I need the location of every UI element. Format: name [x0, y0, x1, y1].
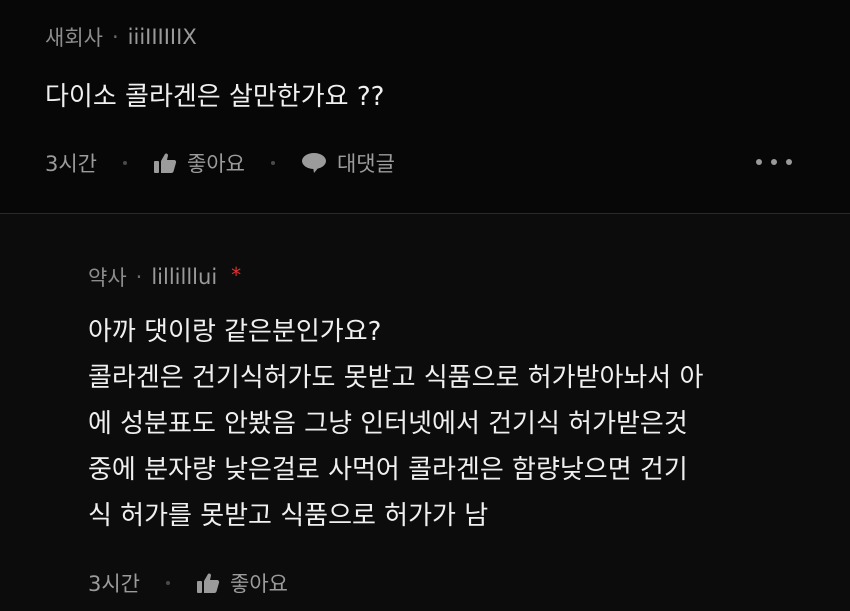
meta-separator: · — [135, 265, 143, 289]
speech-bubble-icon — [301, 153, 326, 173]
comment-actions: 3시간 좋아요 대댓글 — [45, 148, 395, 178]
reply-text-line: 식 허가를 못받고 식품으로 허가가 남 — [88, 501, 489, 531]
action-separator — [123, 161, 128, 165]
more-dot — [771, 159, 777, 165]
like-label: 좋아요 — [230, 572, 288, 596]
reply-author[interactable]: 약사 — [88, 262, 127, 292]
reply-button[interactable]: 대댓글 — [301, 148, 395, 178]
comment-item: 새회사 · iiiIIIIIIX 다이소 콜라겐은 살만한가요 ?? 3시간 좋… — [0, 0, 850, 214]
reply-text-line: 중에 분자량 낮은걸로 사먹어 콜라겐은 함량낮으면 건기 — [88, 455, 688, 485]
meta-separator: · — [111, 25, 119, 49]
reply-item: 약사 · lillilllui * 아까 댓이랑 같은분인가요? 콜라겐은 건기… — [0, 214, 850, 611]
comment-time: 3시간 — [45, 152, 98, 176]
comment-handle: iiiIIIIIIX — [127, 25, 197, 49]
reply-handle: lillilllui — [151, 265, 218, 289]
comment-text: 다이소 콜라겐은 살만한가요 ?? — [45, 82, 385, 112]
reply-text-line: 콜라겐은 건기식허가도 못받고 식품으로 허가받아놔서 아 — [88, 363, 704, 393]
action-separator — [270, 161, 275, 165]
reply-label: 대댓글 — [336, 152, 395, 176]
like-button[interactable]: 좋아요 — [153, 148, 245, 178]
more-horizontal-icon — [756, 159, 762, 165]
action-separator — [166, 581, 171, 585]
reply-time: 3시간 — [88, 572, 141, 596]
thumbs-up-icon — [154, 153, 177, 173]
like-label: 좋아요 — [187, 152, 245, 176]
comment-author[interactable]: 새회사 — [45, 22, 103, 52]
thumbs-up-icon — [197, 573, 220, 593]
author-mark: * — [231, 263, 242, 287]
reply-meta: 약사 · lillilllui * — [88, 262, 241, 292]
reply-text: 아까 댓이랑 같은분인가요? 콜라겐은 건기식허가도 못받고 식품으로 허가받아… — [88, 309, 703, 539]
comment-meta: 새회사 · iiiIIIIIIX — [45, 22, 197, 52]
more-options-button[interactable] — [756, 152, 792, 172]
reply-text-line: 에 성분표도 안봤음 그냥 인터넷에서 건기식 허가받은것 — [88, 409, 688, 439]
reply-actions: 3시간 좋아요 — [88, 568, 288, 598]
reply-text-line: 아까 댓이랑 같은분인가요? — [88, 317, 382, 347]
more-dot — [786, 159, 792, 165]
reply-like-button[interactable]: 좋아요 — [196, 568, 288, 598]
